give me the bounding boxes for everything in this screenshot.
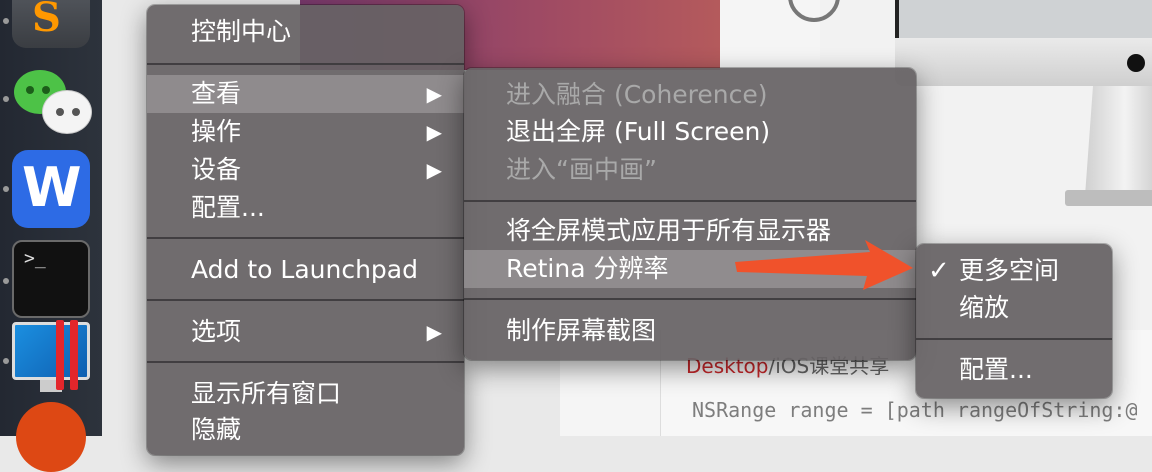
menu-item-label: 选项 xyxy=(191,317,242,346)
dock-running-indicator xyxy=(3,358,9,364)
dock-running-indicator xyxy=(3,278,9,284)
annotation-arrow-shape xyxy=(735,240,913,290)
checkmark-icon: ✓ xyxy=(928,256,950,286)
wechat-bubble-white xyxy=(42,90,92,134)
menu-item-devices[interactable]: 设备 ▶ xyxy=(147,151,464,189)
imac-chin xyxy=(895,38,1152,86)
submenu-arrow-icon: ▶ xyxy=(426,320,442,344)
menu-item-show-all-windows[interactable]: 显示所有窗口 xyxy=(147,375,464,413)
dock: S W >_ xyxy=(0,0,102,472)
menu-item-label: 配置... xyxy=(191,193,265,222)
menu-separator xyxy=(147,361,464,363)
menu-separator xyxy=(147,299,464,301)
menu-item-label: Retina 分辨率 xyxy=(506,254,669,283)
wps-icon[interactable]: W xyxy=(12,150,90,228)
dock-context-menu: 控制中心 查看 ▶ 操作 ▶ 设备 ▶ 配置... Add to Launchpad … xyxy=(147,5,464,455)
retina-submenu: ✓ 更多空间 缩放 配置... xyxy=(916,244,1112,398)
menu-item-label: 显示所有窗口 xyxy=(191,379,342,408)
background-code-line: NSRange range = [path rangeOfString:@ xyxy=(692,398,1138,422)
wechat-eye xyxy=(72,108,80,116)
wechat-eye xyxy=(56,108,64,116)
menu-item-configure[interactable]: 配置... xyxy=(147,189,464,227)
menu-item-label: 控制中心 xyxy=(191,17,292,46)
ubuntu-icon[interactable] xyxy=(16,402,86,472)
imac-base xyxy=(1065,190,1152,206)
menu-item-exit-full-screen[interactable]: 退出全屏 (Full Screen) xyxy=(464,113,916,151)
sublime-text-icon[interactable]: S xyxy=(12,0,90,48)
menu-item-more-space[interactable]: ✓ 更多空间 xyxy=(916,252,1112,290)
menu-item-label: 操作 xyxy=(191,117,242,146)
menu-separator xyxy=(464,298,916,300)
menu-item-label: Add to Launchpad xyxy=(191,255,418,284)
menu-item-add-to-launchpad[interactable]: Add to Launchpad xyxy=(147,251,464,289)
imac-camera-dot xyxy=(1127,54,1145,72)
parallels-icon[interactable] xyxy=(12,320,90,400)
menu-item-enter-coherence[interactable]: 进入融合 (Coherence) xyxy=(464,76,916,114)
imac-illustration xyxy=(895,0,1152,240)
menu-item-label: 配置... xyxy=(959,355,1033,384)
menu-item-scaled[interactable]: 缩放 xyxy=(916,289,1112,327)
menu-item-label: 退出全屏 (Full Screen) xyxy=(506,117,771,146)
wechat-icon[interactable] xyxy=(12,60,92,138)
menu-item-label: 隐藏 xyxy=(191,415,242,444)
menu-item-label: 查看 xyxy=(191,79,242,108)
menu-item-take-screenshot[interactable]: 制作屏幕截图 xyxy=(464,312,916,350)
dock-running-indicator xyxy=(3,18,9,24)
menu-item-options[interactable]: 选项 ▶ xyxy=(147,313,464,351)
menu-item-enter-picture-in-picture[interactable]: 进入“画中画” xyxy=(464,151,916,189)
menu-item-label: 缩放 xyxy=(959,293,1010,322)
menu-item-control-center[interactable]: 控制中心 xyxy=(147,13,464,51)
imac-stand xyxy=(1085,86,1152,196)
menu-item-label: 进入“画中画” xyxy=(506,155,657,184)
menu-item-hide[interactable]: 隐藏 xyxy=(147,411,464,449)
menu-item-label: 进入融合 (Coherence) xyxy=(506,80,768,109)
view-submenu: 进入融合 (Coherence) 退出全屏 (Full Screen) 进入“画… xyxy=(464,68,916,360)
menu-item-label: 制作屏幕截图 xyxy=(506,316,657,345)
annotation-arrow-icon xyxy=(735,240,913,290)
menu-item-actions[interactable]: 操作 ▶ xyxy=(147,113,464,151)
parallels-bar xyxy=(70,320,78,390)
menu-separator xyxy=(147,63,464,65)
menu-separator xyxy=(147,237,464,239)
parallels-bar xyxy=(56,320,64,390)
menu-item-retina-configure[interactable]: 配置... xyxy=(916,351,1112,389)
submenu-arrow-icon: ▶ xyxy=(426,158,442,182)
submenu-arrow-icon: ▶ xyxy=(426,82,442,106)
wechat-eye xyxy=(26,86,34,94)
menu-item-view[interactable]: 查看 ▶ xyxy=(147,75,464,113)
menu-separator xyxy=(464,200,916,202)
wechat-eye xyxy=(42,86,50,94)
submenu-arrow-icon: ▶ xyxy=(426,120,442,144)
menu-item-label: 设备 xyxy=(191,155,242,184)
terminal-icon[interactable]: >_ xyxy=(12,240,90,318)
menu-item-label: 更多空间 xyxy=(959,256,1060,285)
menu-separator xyxy=(916,338,1112,340)
parallels-screen xyxy=(12,322,90,380)
dock-running-indicator xyxy=(3,96,9,102)
dock-running-indicator xyxy=(3,186,9,192)
